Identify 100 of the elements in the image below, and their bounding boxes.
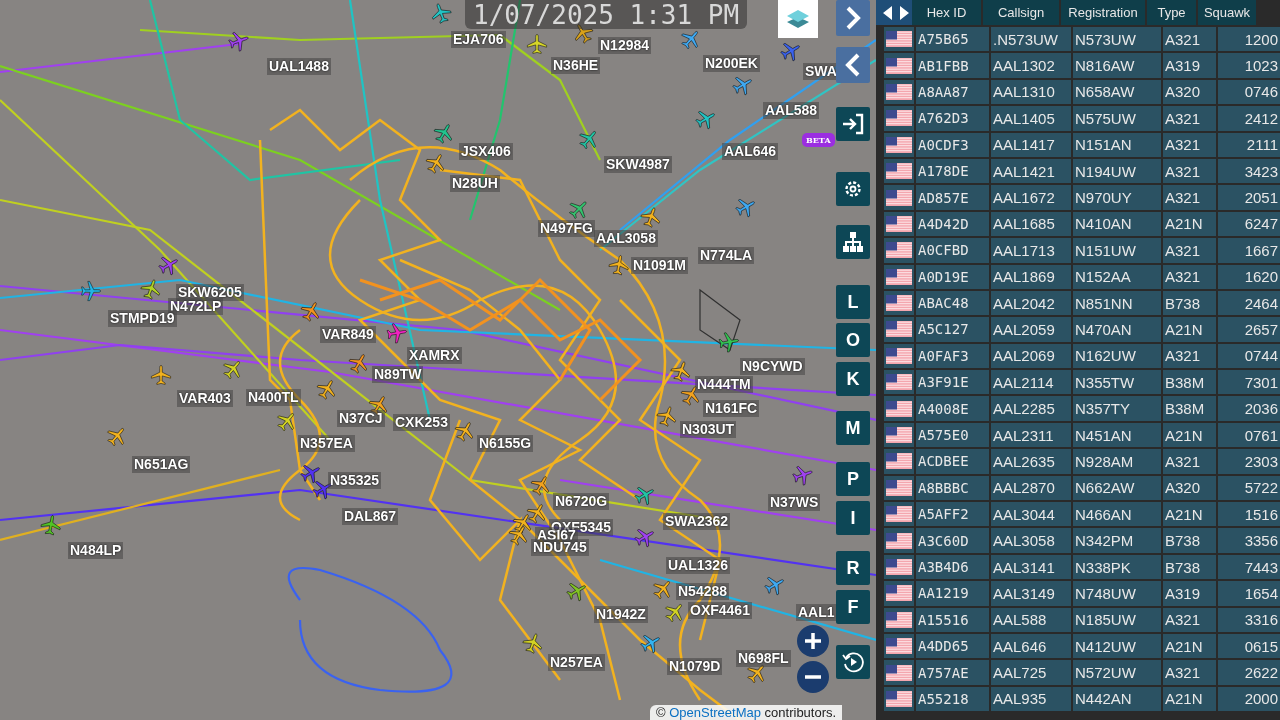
settings-button[interactable] [836, 172, 870, 206]
filter-button[interactable]: M [836, 411, 870, 445]
airplane-icon[interactable] [747, 665, 764, 684]
airplane-icon[interactable] [527, 34, 547, 54]
aircraft-label[interactable]: N400TL [246, 389, 301, 406]
aircraft-label[interactable]: NDU745 [531, 539, 589, 556]
aircraft-label[interactable]: N12984 [598, 37, 652, 54]
hierarchy-button[interactable] [836, 225, 870, 259]
aircraft-label[interactable]: XAMRX [407, 347, 462, 364]
aircraft-label[interactable]: AAL646 [722, 143, 779, 160]
filter-button[interactable]: L [836, 285, 870, 319]
login-button[interactable] [836, 107, 870, 141]
aircraft-label[interactable]: AAL588 [763, 102, 820, 119]
aircraft-label[interactable]: N200EK [703, 55, 760, 72]
replay-button[interactable] [836, 645, 870, 679]
airplane-icon[interactable] [158, 257, 178, 276]
column-header[interactable]: Type [1147, 0, 1196, 25]
aircraft-label[interactable]: N89TW [372, 366, 424, 383]
filter-button[interactable]: F [836, 590, 870, 624]
airplane-icon[interactable] [526, 504, 545, 524]
airplane-icon[interactable] [386, 323, 407, 344]
aircraft-label[interactable]: N303UT [680, 421, 737, 438]
aircraft-label[interactable]: N35325 [328, 472, 382, 489]
aircraft-label[interactable]: N774LA [698, 247, 755, 264]
aircraft-label[interactable]: UAL1488 [267, 58, 331, 75]
airplane-icon[interactable] [40, 515, 61, 536]
filter-button[interactable]: I [836, 501, 870, 535]
aircraft-label[interactable]: N1942Z [594, 606, 648, 623]
aircraft-label[interactable]: AAL1 [796, 604, 837, 621]
column-header[interactable]: Registration [1061, 0, 1145, 25]
aircraft-label[interactable]: N257EA [548, 654, 605, 671]
layers-button[interactable] [778, 0, 818, 38]
airplane-icon[interactable] [579, 131, 596, 150]
airplane-icon[interactable] [223, 361, 240, 380]
aircraft-label[interactable]: N497FG [538, 220, 595, 237]
airplane-icon[interactable] [300, 302, 319, 322]
filter-button[interactable]: R [836, 551, 870, 585]
airplane-icon[interactable] [634, 487, 654, 506]
airplane-icon[interactable] [454, 422, 473, 442]
aircraft-label[interactable]: N1079D [667, 658, 723, 675]
airplane-icon[interactable] [695, 111, 715, 130]
collapse-button[interactable] [836, 47, 870, 83]
aircraft-label[interactable]: EJA706 [451, 31, 506, 48]
airplane-icon[interactable] [575, 24, 594, 44]
airplane-icon[interactable] [312, 481, 332, 500]
aircraft-label[interactable]: OXF4461 [688, 602, 752, 619]
airplane-icon[interactable] [512, 514, 531, 534]
aircraft-label[interactable]: N6720G [553, 493, 610, 510]
airplane-icon[interactable] [670, 361, 690, 382]
airplane-icon[interactable] [151, 365, 171, 385]
aircraft-label[interactable]: N36HE [551, 57, 601, 74]
aircraft-label[interactable]: SKW6205 [176, 284, 244, 301]
airplane-icon[interactable] [718, 332, 739, 353]
aircraft-label[interactable]: N484LP [68, 542, 124, 559]
aircraft-label[interactable]: N698FL [736, 650, 791, 667]
airplane-icon[interactable] [432, 3, 452, 24]
aircraft-label[interactable]: UAL1326 [666, 557, 730, 574]
airplane-icon[interactable] [316, 380, 335, 400]
aircraft-label[interactable]: N1091M [631, 257, 688, 274]
aircraft-label[interactable]: N357EA [298, 435, 355, 452]
airplane-icon[interactable] [681, 31, 698, 50]
aircraft-label[interactable]: N161FC [703, 400, 760, 417]
airplane-icon[interactable] [656, 406, 676, 427]
zoom-in-button[interactable] [797, 625, 829, 657]
airplane-icon[interactable] [640, 635, 660, 654]
filter-button[interactable]: K [836, 362, 870, 396]
openstreetmap-link[interactable]: OpenStreetMap [669, 705, 761, 720]
aircraft-label[interactable]: N28UH [450, 175, 500, 192]
airplane-icon[interactable] [566, 583, 586, 602]
aircraft-label[interactable]: N37WS [768, 494, 821, 511]
zoom-out-button[interactable] [797, 661, 829, 693]
airplane-icon[interactable] [107, 428, 124, 447]
column-header[interactable]: Squawk [1198, 0, 1256, 25]
airplane-icon[interactable] [569, 201, 587, 219]
aircraft-label[interactable]: N444TM [695, 376, 753, 393]
aircraft-label[interactable]: DAL867 [342, 508, 399, 525]
airplane-icon[interactable] [508, 526, 527, 546]
aircraft-label[interactable]: VAR849 [320, 326, 376, 343]
column-header[interactable]: Callsign [983, 0, 1059, 25]
aircraft-label[interactable]: N37CJ [337, 410, 385, 427]
aircraft-label[interactable]: CXK253 [393, 414, 450, 431]
airplane-icon[interactable] [433, 124, 452, 144]
airplane-icon[interactable] [653, 581, 670, 600]
airplane-icon[interactable] [277, 413, 294, 432]
airplane-icon[interactable] [522, 633, 542, 654]
aircraft-label[interactable]: JSX406 [459, 143, 513, 160]
airplane-icon[interactable] [140, 279, 160, 300]
airplane-icon[interactable] [228, 32, 249, 52]
aircraft-label[interactable]: N9CYWD [740, 358, 805, 375]
aircraft-label[interactable]: N54288 [676, 583, 730, 600]
aircraft-label[interactable]: AAL3058 [594, 230, 658, 247]
airplane-icon[interactable] [300, 465, 320, 484]
aircraft-label[interactable]: STMPD19 [108, 310, 177, 327]
column-header[interactable]: Hex ID [912, 0, 981, 25]
airplane-icon[interactable] [640, 207, 660, 228]
airplane-icon[interactable] [608, 255, 629, 276]
aircraft-label[interactable]: SWA2362 [663, 513, 731, 530]
aircraft-label[interactable]: SKW4987 [604, 156, 672, 173]
airplane-icon[interactable] [665, 604, 682, 623]
airplane-icon[interactable] [425, 154, 444, 174]
